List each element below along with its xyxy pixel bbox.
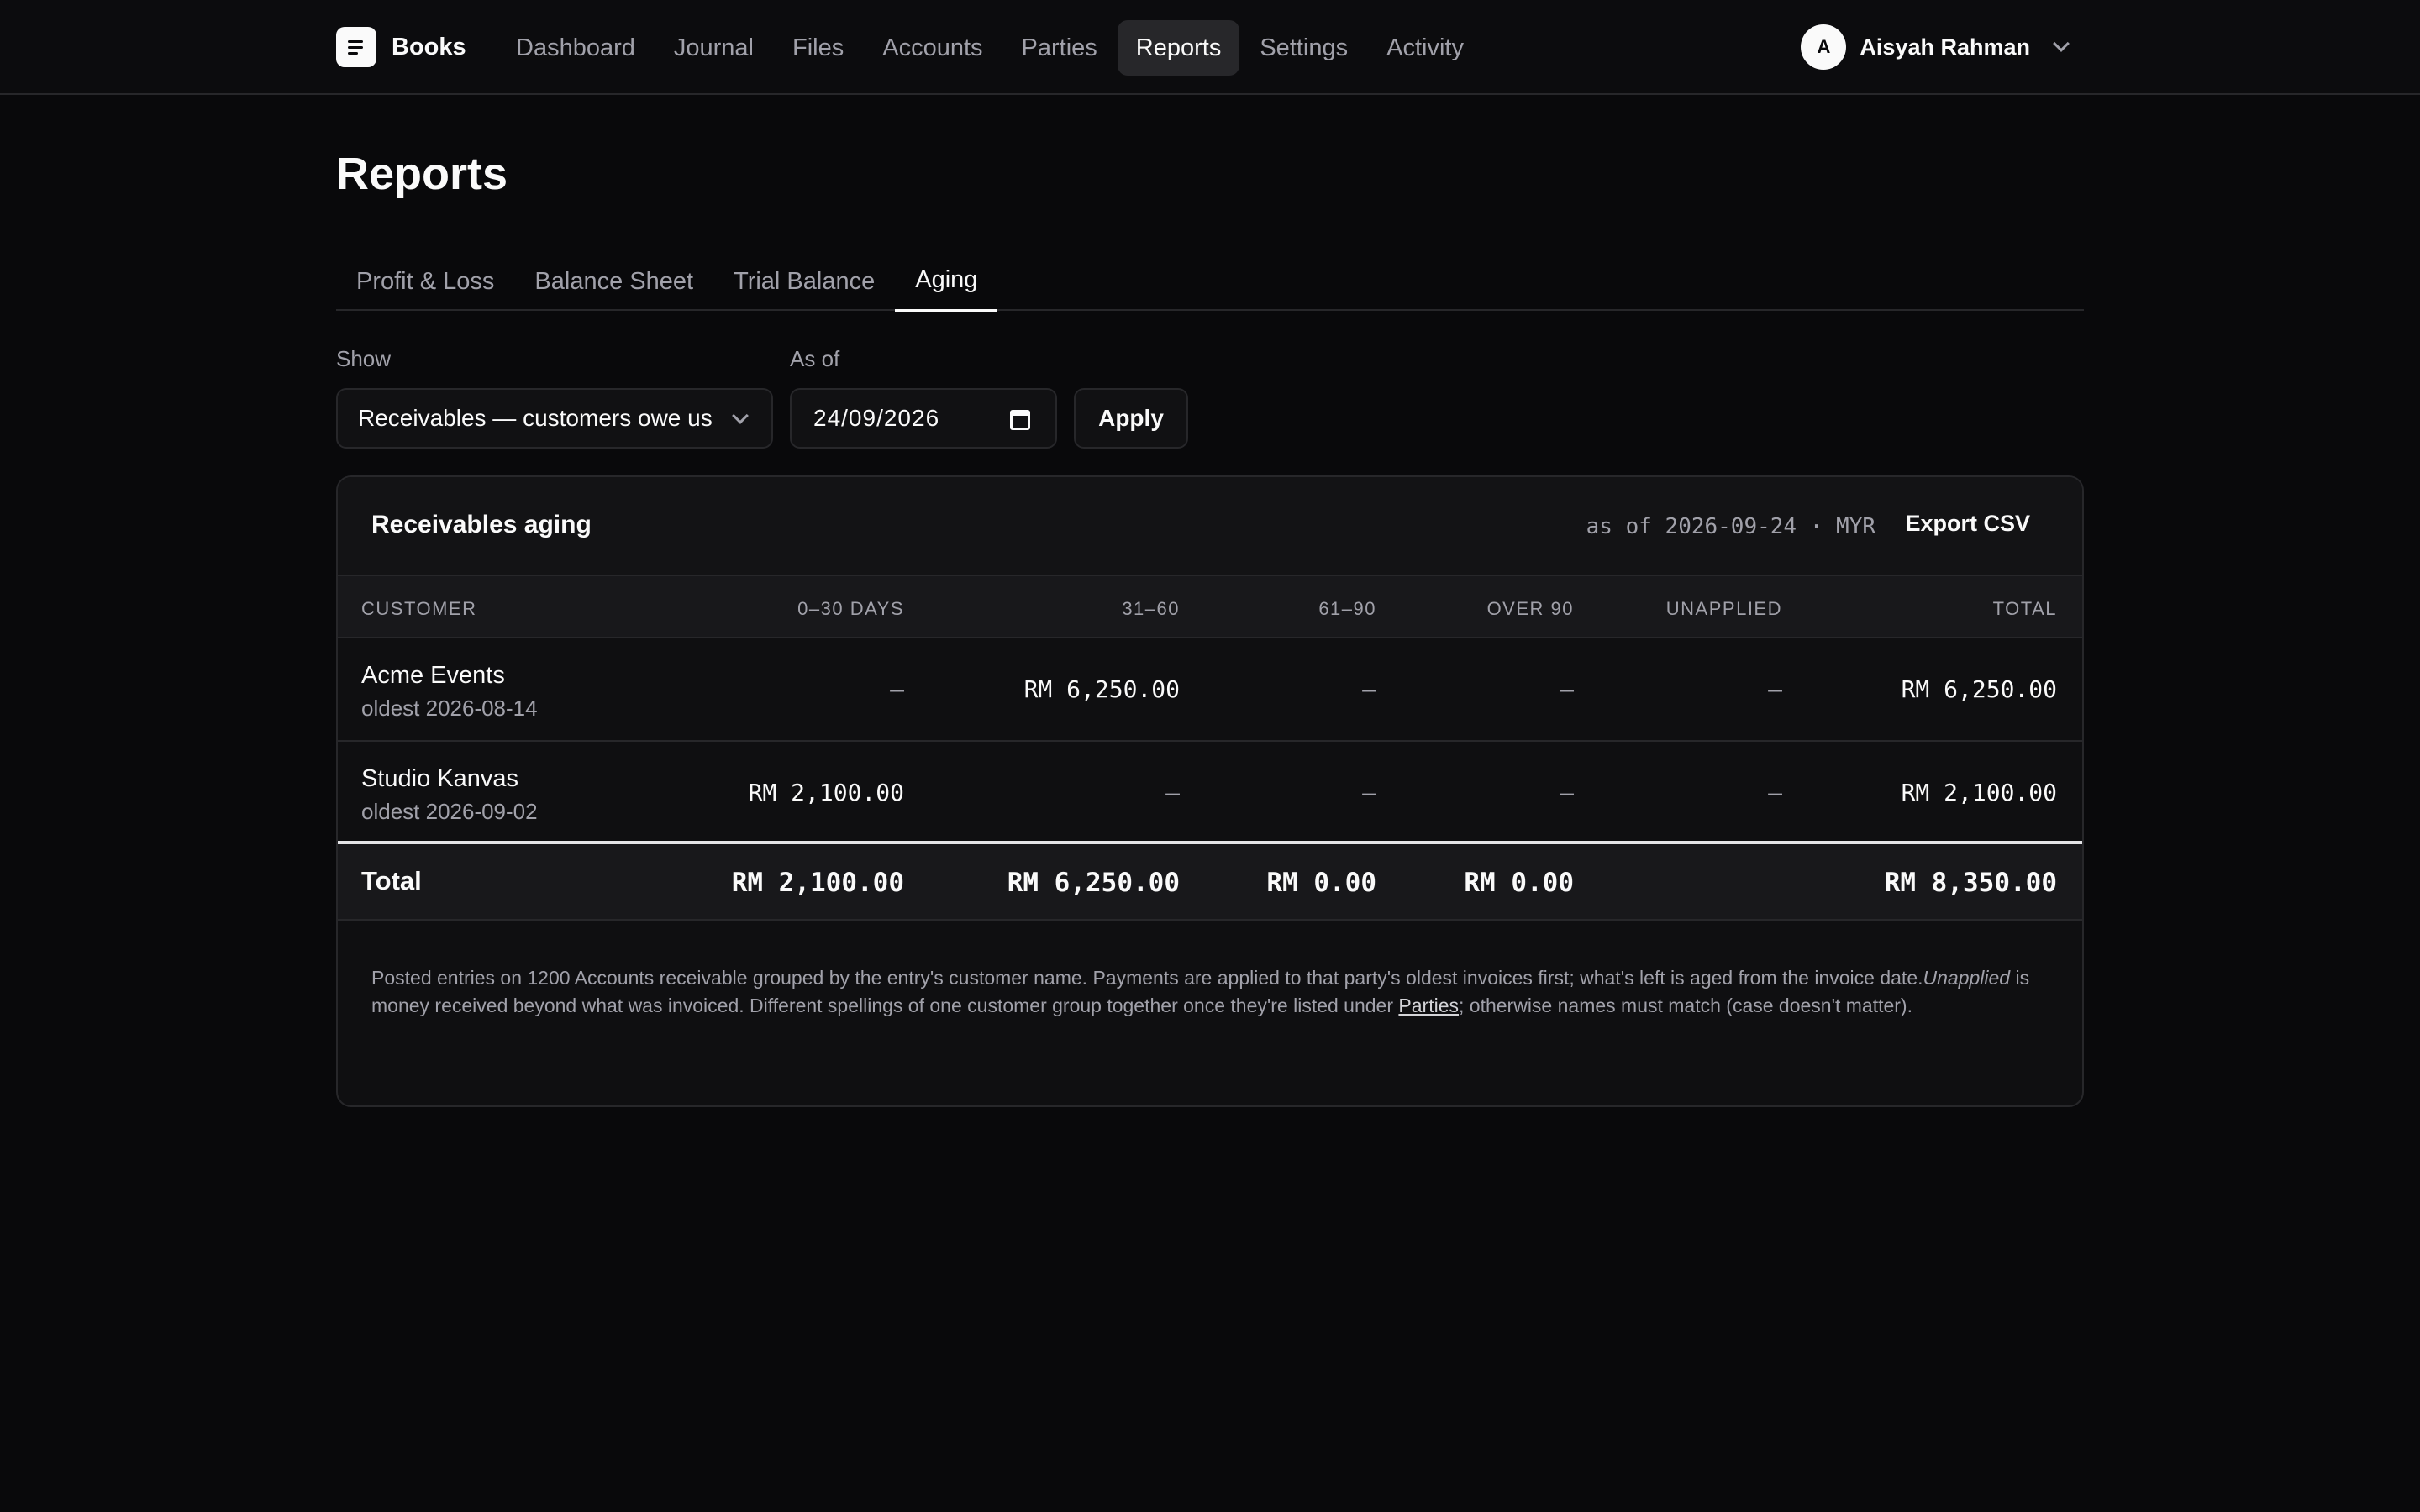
export-csv-button[interactable]: Export CSV xyxy=(1905,511,2030,537)
table-row: Acme Events oldest 2026-08-14 – RM 6,250… xyxy=(338,638,2082,742)
col-61-90: 61–90 xyxy=(1318,598,1376,619)
cell-unapplied: – xyxy=(1768,779,1782,806)
show-select-value: Receivables — customers owe us xyxy=(358,405,713,431)
report-meta: as of 2026-09-24 · MYR xyxy=(1586,514,1876,539)
cell-over-90: – xyxy=(1560,675,1574,703)
note-text-3: ; otherwise names must match (case doesn… xyxy=(1459,995,1912,1016)
parties-link[interactable]: Parties xyxy=(1398,995,1459,1016)
cell-unapplied: – xyxy=(1768,675,1782,703)
chevron-down-icon xyxy=(732,407,749,424)
total-label: Total xyxy=(361,866,422,895)
chevron-down-icon xyxy=(2053,35,2070,52)
customer-name: Studio Kanvas xyxy=(361,765,519,792)
cell-over-90: – xyxy=(1560,779,1574,806)
customer-oldest: oldest 2026-08-14 xyxy=(361,696,538,721)
card-header: Receivables aging as of 2026-09-24 · MYR… xyxy=(338,477,2082,576)
col-unapplied: UNAPPLIED xyxy=(1665,598,1782,619)
cell-61-90: – xyxy=(1362,779,1376,806)
note-unapplied-term: Unapplied xyxy=(1923,967,2011,989)
show-label: Show xyxy=(336,346,392,371)
report-tabs: Profit & Loss Balance Sheet Trial Balanc… xyxy=(336,249,2084,312)
totals-row: Total RM 2,100.00 RM 6,250.00 RM 0.00 RM… xyxy=(338,844,2082,921)
main-nav: Dashboard Journal Files Accounts Parties… xyxy=(497,20,1482,76)
total-61-90: RM 0.00 xyxy=(1266,868,1376,898)
nav-settings[interactable]: Settings xyxy=(1241,20,1366,76)
nav-dashboard[interactable]: Dashboard xyxy=(497,20,654,76)
col-over-90: OVER 90 xyxy=(1486,598,1574,619)
total-grand: RM 8,350.00 xyxy=(1884,868,2057,898)
col-customer: CUSTOMER xyxy=(361,598,477,619)
cell-61-90: – xyxy=(1362,675,1376,703)
nav-accounts[interactable]: Accounts xyxy=(864,20,1001,76)
calendar-icon[interactable] xyxy=(1010,410,1030,430)
total-over-90: RM 0.00 xyxy=(1464,868,1574,898)
tab-balance-sheet[interactable]: Balance Sheet xyxy=(514,250,713,312)
total-31-60: RM 6,250.00 xyxy=(1007,868,1180,898)
table-header: CUSTOMER 0–30 DAYS 31–60 61–90 OVER 90 U… xyxy=(338,576,2082,638)
nav-parties[interactable]: Parties xyxy=(1003,20,1116,76)
total-0-30: RM 2,100.00 xyxy=(731,868,904,898)
top-bar: Books Dashboard Journal Files Accounts P… xyxy=(0,0,2420,95)
page-title: Reports xyxy=(336,149,508,199)
avatar: A xyxy=(1801,24,1847,70)
customer-name: Acme Events xyxy=(361,662,505,689)
cell-31-60: RM 6,250.00 xyxy=(1023,675,1180,703)
brand-name: Books xyxy=(392,33,466,60)
tab-trial-balance[interactable]: Trial Balance xyxy=(713,250,895,312)
books-logo-icon xyxy=(336,27,376,67)
nav-reports[interactable]: Reports xyxy=(1117,20,1240,76)
col-0-30-days: 0–30 DAYS xyxy=(797,598,904,619)
customer-oldest: oldest 2026-09-02 xyxy=(361,799,538,824)
show-select[interactable]: Receivables — customers owe us xyxy=(336,388,773,449)
as-of-date-value: 24/09/2026 xyxy=(813,405,940,431)
col-total: TOTAL xyxy=(1992,598,2057,619)
cell-total: RM 6,250.00 xyxy=(1901,675,2057,703)
aging-report-card: Receivables aging as of 2026-09-24 · MYR… xyxy=(336,475,2084,1107)
apply-button[interactable]: Apply xyxy=(1074,388,1188,449)
report-title: Receivables aging xyxy=(371,511,592,538)
table-row: Studio Kanvas oldest 2026-09-02 RM 2,100… xyxy=(338,742,2082,844)
tab-profit-loss[interactable]: Profit & Loss xyxy=(336,250,514,312)
nav-files[interactable]: Files xyxy=(774,20,862,76)
as-of-date-input[interactable]: 24/09/2026 xyxy=(790,388,1057,449)
cell-0-30: RM 2,100.00 xyxy=(748,779,904,806)
nav-journal[interactable]: Journal xyxy=(655,20,772,76)
report-note: Posted entries on 1200 Accounts receivab… xyxy=(371,964,2052,1020)
as-of-label: As of xyxy=(790,346,840,371)
cell-31-60: – xyxy=(1165,779,1180,806)
col-31-60: 31–60 xyxy=(1122,598,1180,619)
user-name: Aisyah Rahman xyxy=(1860,34,2030,60)
nav-activity[interactable]: Activity xyxy=(1368,20,1482,76)
cell-total: RM 2,100.00 xyxy=(1901,779,2057,806)
cell-0-30: – xyxy=(890,675,904,703)
note-text-1: Posted entries on 1200 Accounts receivab… xyxy=(371,967,1923,989)
user-menu[interactable]: A Aisyah Rahman xyxy=(1801,24,2070,71)
tab-aging[interactable]: Aging xyxy=(895,250,998,312)
brand[interactable]: Books xyxy=(336,26,466,68)
